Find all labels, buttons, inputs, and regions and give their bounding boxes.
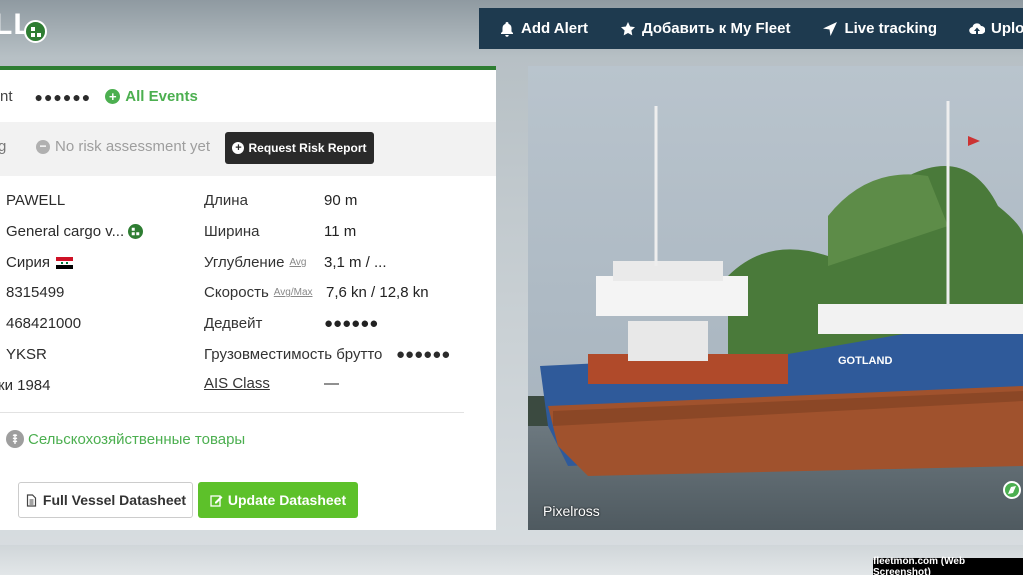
wheat-icon bbox=[6, 430, 24, 448]
vessel-type-badge-icon bbox=[24, 20, 47, 43]
draught-avg-link[interactable]: Avg bbox=[289, 257, 306, 268]
flag-value: Сирия bbox=[6, 254, 74, 271]
request-risk-report-label: Request Risk Report bbox=[248, 141, 367, 155]
all-events-link[interactable]: All Events bbox=[125, 88, 198, 105]
build-year-value: ки 1984 bbox=[0, 377, 50, 394]
footer-band bbox=[0, 545, 1023, 575]
ship-photo-illustration: GOTLAND bbox=[528, 66, 1023, 530]
draught-label-text: Углубление bbox=[204, 254, 285, 271]
risk-label: g bbox=[0, 138, 7, 155]
cargo-type-text: Сельскохозяйственные товары bbox=[28, 430, 246, 448]
full-vessel-datasheet-label: Full Vessel Datasheet bbox=[42, 492, 187, 508]
compass-icon[interactable] bbox=[1002, 480, 1022, 500]
gross-tonnage-label-text: Грузовместимость брутто bbox=[204, 346, 383, 363]
minus-circle-icon: − bbox=[36, 139, 50, 154]
photo-credit: Pixelross bbox=[543, 503, 600, 519]
callsign-text: YKSR bbox=[6, 346, 47, 363]
deadweight-label: Дедвейт bbox=[204, 315, 262, 332]
vessel-type-value: General cargo v... bbox=[6, 223, 144, 240]
length-label: Длина bbox=[204, 192, 248, 209]
edit-icon bbox=[210, 494, 223, 507]
draught-label: Углубление Avg bbox=[204, 254, 307, 271]
speed-value-text: 7,6 kn / 12,8 kn bbox=[326, 284, 429, 301]
width-value: 11 m bbox=[324, 223, 356, 240]
document-icon bbox=[26, 493, 37, 507]
full-vessel-datasheet-button[interactable]: Full Vessel Datasheet bbox=[18, 482, 193, 518]
gross-tonnage-label: Грузовместимость брутто bbox=[204, 346, 382, 363]
risk-status-text: No risk assessment yet bbox=[55, 138, 211, 155]
upload-label: Uploa bbox=[991, 20, 1023, 37]
mmsi-text: 468421000 bbox=[6, 315, 82, 332]
gross-tonnage-value-text: ●●●●●● bbox=[396, 346, 451, 363]
speed-label: Скорость Avg/Max bbox=[204, 284, 313, 301]
events-value: ●●●●●● bbox=[34, 88, 92, 105]
divider bbox=[0, 412, 464, 413]
ais-class-value-text: — bbox=[324, 375, 339, 392]
location-arrow-icon bbox=[823, 21, 838, 36]
vessel-type-icon bbox=[128, 224, 144, 239]
risk-bar: g − No risk assessment yet + Request Ris… bbox=[0, 122, 496, 176]
width-label-text: Ширина bbox=[204, 223, 260, 240]
speed-label-text: Скорость bbox=[204, 284, 269, 301]
watermark: fleetmon.com (Web Screenshot) bbox=[873, 556, 1023, 575]
ais-class-link[interactable]: AIS Class bbox=[204, 375, 270, 392]
vessel-name-value: PAWELL bbox=[6, 192, 65, 209]
request-risk-report-button[interactable]: + Request Risk Report bbox=[225, 132, 374, 164]
gross-tonnage-value: ●●●●●● bbox=[396, 346, 450, 363]
ais-class-value: — bbox=[324, 375, 339, 392]
speed-avgmax-link[interactable]: Avg/Max bbox=[274, 287, 313, 298]
live-tracking-label: Live tracking bbox=[844, 20, 938, 37]
update-datasheet-button[interactable]: Update Datasheet bbox=[198, 482, 358, 518]
top-nav: Add Alert Добавить к My Fleet Live track… bbox=[479, 8, 1023, 49]
deadweight-label-text: Дедвейт bbox=[204, 315, 263, 332]
width-label: Ширина bbox=[204, 223, 259, 240]
callsign-value: YKSR bbox=[6, 346, 47, 363]
upload-button[interactable]: Uploa bbox=[969, 20, 1023, 37]
syria-flag-icon bbox=[56, 256, 74, 269]
add-alert-button[interactable]: Add Alert bbox=[499, 20, 588, 37]
deadweight-value: ●●●●●● bbox=[324, 315, 378, 332]
bell-icon bbox=[501, 21, 513, 37]
vessel-type-text: General cargo v... bbox=[6, 223, 125, 240]
cloud-upload-icon bbox=[969, 22, 986, 34]
events-label: nt bbox=[0, 88, 13, 105]
length-label-text: Длина bbox=[204, 192, 248, 209]
flag-text: Сирия bbox=[6, 254, 51, 271]
add-alert-label: Add Alert bbox=[521, 20, 588, 37]
deadweight-value-text: ●●●●●● bbox=[324, 315, 379, 332]
length-value: 90 m bbox=[324, 192, 357, 209]
width-value-text: 11 m bbox=[324, 223, 357, 240]
length-value-text: 90 m bbox=[324, 192, 358, 209]
ship-name-text: GOTLAND bbox=[838, 355, 892, 367]
plus-circle-icon: + bbox=[232, 142, 245, 154]
add-to-fleet-label: Добавить к My Fleet bbox=[641, 20, 791, 37]
mmsi-value: 468421000 bbox=[6, 315, 81, 332]
plus-circle-icon: + bbox=[105, 89, 121, 104]
events-row: nt ●●●●●● + All Events bbox=[0, 88, 198, 105]
draught-value-text: 3,1 m / ... bbox=[324, 254, 387, 271]
cargo-type: Сельскохозяйственные товары bbox=[6, 430, 245, 448]
imo-value: 8315499 bbox=[6, 284, 64, 301]
ais-class-label-text: AIS Class bbox=[204, 375, 270, 392]
build-year-text: ки 1984 bbox=[0, 377, 51, 394]
speed-value: 7,6 kn / 12,8 kn bbox=[326, 284, 429, 301]
vessel-name-text: PAWELL bbox=[6, 192, 66, 209]
imo-text: 8315499 bbox=[6, 284, 65, 301]
update-datasheet-label: Update Datasheet bbox=[227, 492, 347, 508]
vessel-info-panel: nt ●●●●●● + All Events g − No risk asses… bbox=[0, 66, 496, 530]
risk-status: − No risk assessment yet bbox=[36, 138, 210, 155]
star-icon bbox=[620, 21, 635, 35]
live-tracking-button[interactable]: Live tracking bbox=[822, 20, 937, 37]
add-to-fleet-button[interactable]: Добавить к My Fleet bbox=[620, 20, 791, 37]
draught-value: 3,1 m / ... bbox=[324, 254, 387, 271]
vessel-photo[interactable]: GOTLAND Pixelross bbox=[528, 66, 1023, 530]
